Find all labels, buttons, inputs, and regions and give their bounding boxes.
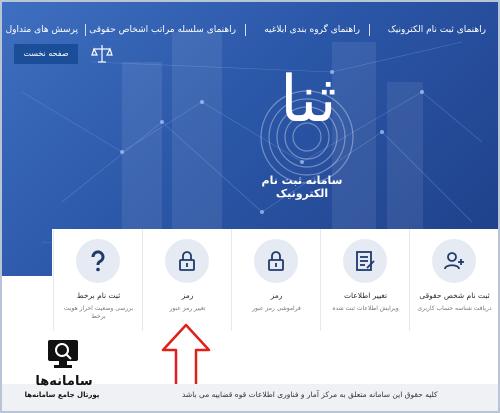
question-icon: [91, 250, 105, 272]
top-navigation: راهنمای ثبت نام الکترونیک راهنمای گروه ب…: [2, 18, 498, 42]
icon-circle: [254, 239, 298, 283]
card-title: رمز: [270, 291, 283, 300]
card-subtitle: تغییر رمز عبور: [169, 305, 206, 312]
add-user-icon: [444, 252, 464, 270]
brand-subtitle: پورتال جامع سامانه‌ها: [24, 391, 100, 399]
nav-notice-grouping-guide[interactable]: راهنمای گروه بندی ابلاغیه: [264, 18, 360, 42]
card-title: تغییر اطلاعات: [343, 291, 388, 300]
copyright-text: کلیه حقوق این سامانه متعلق به مرکز آمار …: [182, 390, 438, 399]
nav-faq[interactable]: پرسش های متداول: [6, 18, 78, 42]
monitor-search-icon: [48, 340, 78, 368]
icon-circle: [432, 239, 476, 283]
card-change-information[interactable]: تغییر اطلاعات ویرایش اطلاعات ثبت شده: [320, 229, 409, 331]
lock-icon: [179, 251, 195, 271]
icon-circle: [165, 239, 209, 283]
nav-legal-hierarchy-guide[interactable]: راهنمای سلسله مراتب اشخاص حقوقی: [89, 18, 236, 42]
red-arrow-annotation: [161, 323, 211, 389]
card-title: رمز: [181, 291, 194, 300]
icon-circle: [76, 239, 120, 283]
card-title: ثبت نام برخط: [76, 291, 121, 300]
nav-separator: [85, 24, 86, 36]
nav-separator: [245, 24, 246, 36]
card-legal-entity-registration[interactable]: ثبت نام شخص حقوقی دریافت شناسه حساب کارب…: [409, 229, 498, 331]
card-change-password[interactable]: رمز تغییر رمز عبور: [142, 229, 231, 331]
card-forgot-password[interactable]: رمز فراموشی رمز عبور: [231, 229, 320, 331]
nav-separator: [369, 24, 370, 36]
hero-title: سامانه ثبت نام الکترونیک: [261, 174, 343, 200]
card-subtitle: ویرایش اطلاعات ثبت شده: [332, 305, 399, 312]
lock-icon: [268, 251, 284, 271]
nav-electronic-registration-guide[interactable]: راهنمای ثبت نام الکترونیک: [388, 18, 486, 42]
card-title: ثبت نام شخص حقوقی: [419, 291, 490, 300]
card-subtitle: بررسی وضعیت احراز هویت برخط: [63, 305, 134, 320]
card-subtitle: فراموشی رمز عبور: [252, 305, 301, 312]
card-subtitle: دریافت شناسه حساب کاربری: [417, 305, 492, 312]
icon-circle: [343, 239, 387, 283]
sana-logo-glyph: ثنا: [280, 63, 337, 137]
brand-name: سامانه‌ها: [35, 374, 93, 389]
home-button[interactable]: صفحه نخست: [14, 44, 78, 64]
watermark-brand: سامانه‌ها پورتال جامع سامانه‌ها: [18, 334, 106, 410]
judiciary-logo-icon: [91, 45, 113, 63]
card-online-registration[interactable]: ثبت نام برخط بررسی وضعیت احراز هویت برخط: [53, 229, 142, 331]
edit-document-icon: [356, 251, 375, 271]
service-cards: ثبت نام شخص حقوقی دریافت شناسه حساب کارب…: [52, 229, 498, 331]
